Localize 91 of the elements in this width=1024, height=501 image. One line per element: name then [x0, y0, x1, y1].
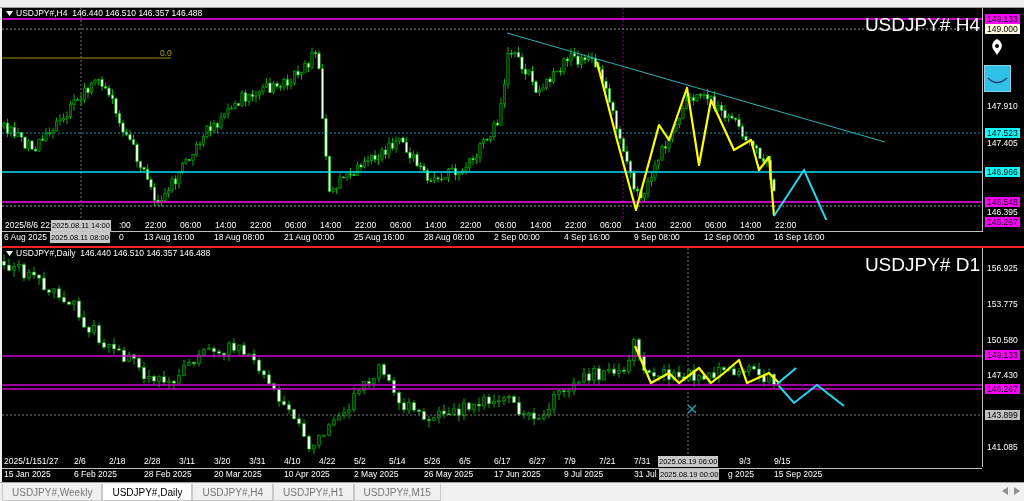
chart-header: USDJPY#,H4 146.440 146.510 146.357 146.488 — [16, 8, 203, 18]
time-label: 26 May 2025 — [424, 469, 474, 481]
time-label: 2 Sep 00:00 — [494, 232, 540, 243]
time-label: 20 Mar 2025 — [214, 469, 262, 481]
time-label: 28 Aug 08:00 — [424, 232, 475, 243]
time-label: 22:00 — [565, 220, 587, 231]
time-label: 06:00 — [600, 220, 622, 231]
time-label: 14:00 — [740, 220, 762, 231]
time-label: 22:00 — [670, 220, 692, 231]
price-label: 141.085 — [986, 442, 1019, 452]
time-label: :00 — [119, 220, 131, 231]
price-label: 153.775 — [986, 299, 1019, 309]
time-label: 14:00 — [635, 220, 657, 231]
time-label: 15 Jan 2025 — [4, 469, 51, 481]
time-label: 6 Feb 2025 — [74, 469, 117, 481]
time-label: 14:00 — [530, 220, 552, 231]
time-label: 31 Jul — [634, 469, 657, 481]
time-label: 5/14 — [389, 456, 406, 468]
time-label: 0 — [119, 232, 124, 243]
price-label: 143.899 — [985, 410, 1020, 420]
time-label: 28 Feb 2025 — [144, 469, 192, 481]
time-label: 2 May 2025 — [354, 469, 399, 481]
time-label: 21 Aug 00:00 — [284, 232, 335, 243]
chart-title: USDJPY# H4 — [864, 14, 980, 36]
time-label: 13 Aug 16:00 — [144, 232, 195, 243]
price-label: 147.430 — [986, 370, 1019, 380]
time-label: 2/28 — [144, 456, 161, 468]
time-label: 14:00 — [320, 220, 342, 231]
price-label: 149.000 — [985, 24, 1020, 34]
time-label: 6/17 — [494, 456, 511, 468]
time-label: 06:00 — [180, 220, 202, 231]
price-label: 147.405 — [986, 138, 1019, 148]
chart-tab[interactable]: USDJPY#,Weekly — [2, 484, 103, 501]
time-label: 06:00 — [285, 220, 307, 231]
time-label: 22:00 — [355, 220, 377, 231]
time-label: 25 Aug 16:00 — [354, 232, 405, 243]
price-label: 150.580 — [986, 335, 1019, 345]
fibonacci-label: 0.0 — [160, 48, 172, 58]
time-label: 22:00 — [460, 220, 482, 231]
price-label: 149.133 — [985, 350, 1020, 360]
price-label: 146.548 — [985, 197, 1020, 207]
time-label: 14:00 — [215, 220, 237, 231]
time-label: 06:00 — [390, 220, 412, 231]
price-label: 146.395 — [986, 207, 1019, 217]
time-label: 6/5 — [459, 456, 471, 468]
time-label: 3/20 — [214, 456, 231, 468]
price-label: 149.133 — [985, 14, 1020, 24]
price-label: 156.925 — [986, 263, 1019, 273]
time-label: 2025/1/151/27 — [4, 456, 59, 468]
chart-tab[interactable]: USDJPY#,H4 — [192, 484, 273, 501]
time-label: 17 Jun 2025 — [494, 469, 541, 481]
time-label: 14:00 — [425, 220, 447, 231]
time-label: 22:00 — [250, 220, 272, 231]
time-label: 2/6 — [74, 456, 86, 468]
time-label: 9 Jul 2025 — [564, 469, 604, 481]
time-label: 3/31 — [249, 456, 266, 468]
time-label: 15 Sep 2025 — [774, 469, 823, 481]
time-label: 06:00 — [705, 220, 727, 231]
time-label: 7/21 — [599, 456, 616, 468]
time-label: 22:00 — [775, 220, 797, 231]
time-label: 18 Aug 08:00 — [214, 232, 265, 243]
time-label: 9 Sep 08:00 — [634, 232, 680, 243]
time-label: 6 Aug 2025 — [4, 232, 47, 243]
time-label: 9/3 — [739, 456, 751, 468]
time-label: 4/10 — [284, 456, 301, 468]
time-label: 16 Sep 16:00 — [774, 232, 825, 243]
time-label: 7/9 — [564, 456, 576, 468]
time-label: 2/18 — [109, 456, 126, 468]
time-label: 12 Sep 00:00 — [704, 232, 755, 243]
time-label: 3/11 — [179, 456, 195, 468]
chart-tab[interactable]: USDJPY#,Daily — [102, 484, 193, 501]
chart-tab[interactable]: USDJPY#,M15 — [353, 484, 441, 501]
price-label: 146.267 — [985, 217, 1020, 227]
chart-header: USDJPY#,Daily 146.440 146.510 146.357 146.488 — [16, 248, 211, 258]
time-label: 06:00 — [495, 220, 517, 231]
time-label: 5/26 — [424, 456, 441, 468]
time-label: 9/15 — [774, 456, 791, 468]
price-label: 146.966 — [985, 167, 1020, 177]
price-label: 147.910 — [986, 101, 1019, 111]
time-label: g 2025 — [728, 469, 754, 481]
time-label: 6/27 — [529, 456, 546, 468]
time-label: 4 Sep 16:00 — [564, 232, 610, 243]
time-label: 10 Apr 2025 — [284, 469, 330, 481]
chart-title: USDJPY# D1 — [864, 254, 980, 276]
price-label: 147.523 — [985, 128, 1020, 138]
price-label: 146.267 — [985, 384, 1020, 394]
chart-tab[interactable]: USDJPY#,H1 — [273, 484, 354, 501]
time-label: 7/31 — [634, 456, 651, 468]
time-label: 4/22 — [319, 456, 336, 468]
time-label: 5/2 — [354, 456, 366, 468]
time-label: 22:00 — [145, 220, 167, 231]
